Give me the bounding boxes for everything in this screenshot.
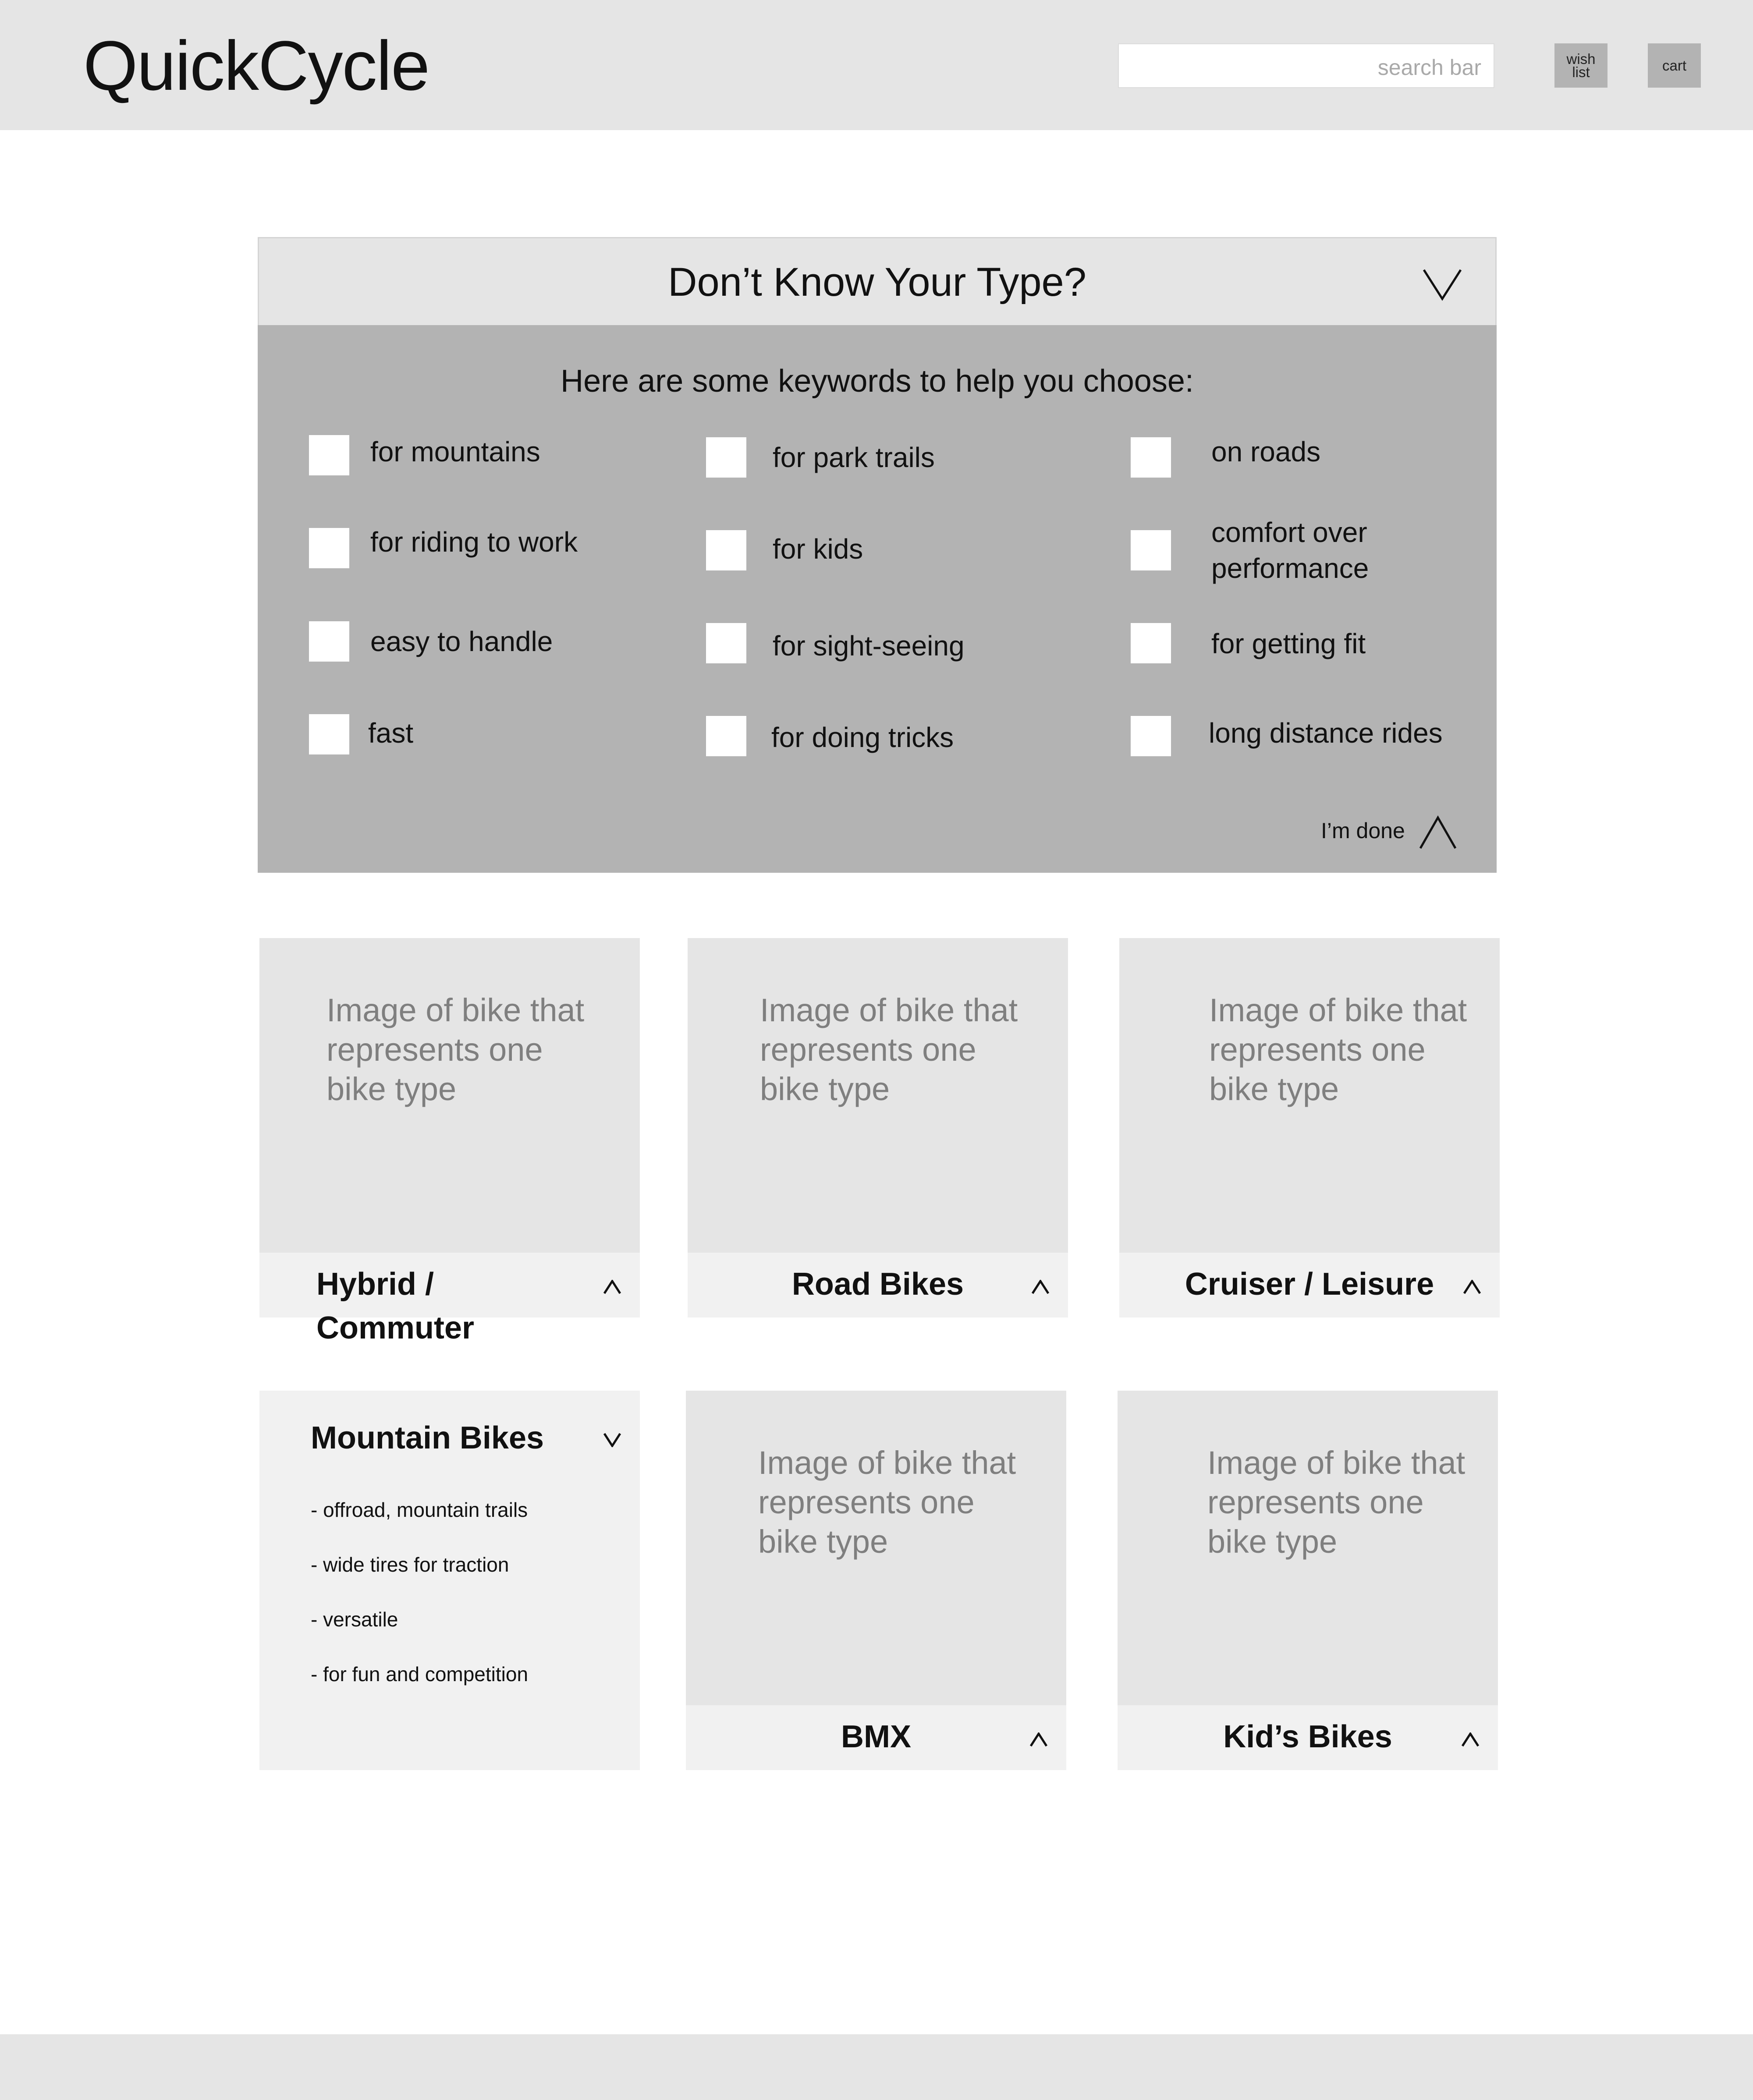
keyword-label: for doing tricks [771, 722, 954, 753]
keyword-checkbox[interactable] [706, 530, 746, 570]
chevron-up-icon[interactable] [603, 1280, 621, 1295]
detail-item: - wide tires for traction [311, 1553, 509, 1576]
bike-card[interactable]: Image of bike that represents one bike t… [259, 938, 640, 1346]
bike-image-text: Image of bike that represents one bike t… [758, 1445, 1016, 1560]
site-footer [0, 2034, 1753, 2100]
bike-type-title: Cruiser / Leisure [1185, 1267, 1434, 1302]
keyword-checkbox[interactable] [1131, 716, 1171, 756]
keyword-checkbox[interactable] [706, 437, 746, 478]
keyword-checkbox[interactable] [309, 435, 349, 475]
keyword-label: for getting fit [1211, 628, 1366, 659]
search-placeholder: search bar [1377, 55, 1481, 80]
quiz-subtitle: Here are some keywords to help you choos… [561, 364, 1194, 399]
chevron-down-icon[interactable] [1421, 267, 1463, 302]
keyword-checkbox[interactable] [309, 714, 349, 754]
bike-type-title: BMX [841, 1719, 911, 1754]
cart-button[interactable]: cart [1648, 43, 1701, 88]
keyword-label: fast [368, 717, 414, 749]
bike-type-title: Kid’s Bikes [1223, 1719, 1392, 1754]
keyword-label: long distance rides [1209, 717, 1443, 749]
keyword-label: on roads [1211, 436, 1321, 467]
keyword-label: easy to handle [370, 626, 553, 657]
keyword-checkbox[interactable] [706, 623, 746, 663]
chevron-down-icon[interactable] [603, 1432, 621, 1447]
detail-item: - for fun and competition [311, 1663, 529, 1686]
bike-image-text: Image of bike that represents one bike t… [760, 992, 1018, 1107]
bike-type-details: - offroad, mountain trails - wide tires … [311, 1483, 528, 1702]
keyword-label: for riding to work [370, 526, 578, 558]
keyword-label: for kids [773, 533, 863, 565]
site-header: QuickCycle search bar wish list cart [0, 0, 1753, 130]
chevron-up-icon[interactable] [1461, 1732, 1480, 1747]
chevron-up-icon[interactable] [1418, 814, 1458, 851]
keyword-checkbox[interactable] [1131, 530, 1171, 570]
keyword-checkbox[interactable] [309, 621, 349, 662]
bike-type-title: Road Bikes [791, 1267, 964, 1302]
cart-label: cart [1662, 57, 1686, 74]
quiz-header[interactable]: Don’t Know Your Type? [258, 237, 1497, 325]
bike-card[interactable]: Image of bike that represents one bike t… [1119, 938, 1500, 1317]
bike-image-text: Image of bike that represents one bike t… [1209, 992, 1467, 1107]
chevron-up-icon[interactable] [1029, 1732, 1048, 1747]
bike-image-text: Image of bike that represents one bike t… [326, 992, 585, 1107]
chevron-up-icon[interactable] [1463, 1280, 1481, 1295]
detail-item: - offroad, mountain trails [311, 1498, 528, 1521]
bike-card-expanded[interactable]: Mountain Bikes - offroad, mountain trail… [259, 1391, 640, 1770]
keyword-label: for mountains [370, 436, 540, 467]
done-label[interactable]: I’m done [1321, 818, 1405, 844]
keyword-checkbox[interactable] [309, 528, 349, 568]
keyword-label: comfort over performance [1211, 517, 1369, 584]
search-input[interactable]: search bar [1118, 43, 1494, 88]
site-logo[interactable]: QuickCycle [83, 26, 430, 105]
keyword-checkbox[interactable] [1131, 437, 1171, 478]
quiz-title: Don’t Know Your Type? [668, 260, 1086, 305]
keyword-label: for park trails [773, 442, 935, 473]
bike-image-text: Image of bike that represents one bike t… [1207, 1445, 1466, 1560]
bike-card[interactable]: Image of bike that represents one bike t… [688, 938, 1068, 1317]
detail-item: - versatile [311, 1608, 398, 1631]
keyword-checkbox[interactable] [706, 716, 746, 756]
chevron-up-icon[interactable] [1031, 1280, 1050, 1295]
wishlist-label: wish list [1566, 50, 1596, 80]
bike-type-title: Mountain Bikes [311, 1420, 544, 1455]
bike-card[interactable]: Image of bike that represents one bike t… [1118, 1391, 1498, 1770]
bike-type-title: Hybrid / Commuter [316, 1267, 475, 1346]
bike-card[interactable]: Image of bike that represents one bike t… [686, 1391, 1066, 1770]
keyword-checkbox[interactable] [1131, 623, 1171, 663]
keyword-label: for sight-seeing [773, 630, 965, 662]
wishlist-button[interactable]: wish list [1554, 43, 1608, 88]
quiz-body [258, 325, 1497, 873]
